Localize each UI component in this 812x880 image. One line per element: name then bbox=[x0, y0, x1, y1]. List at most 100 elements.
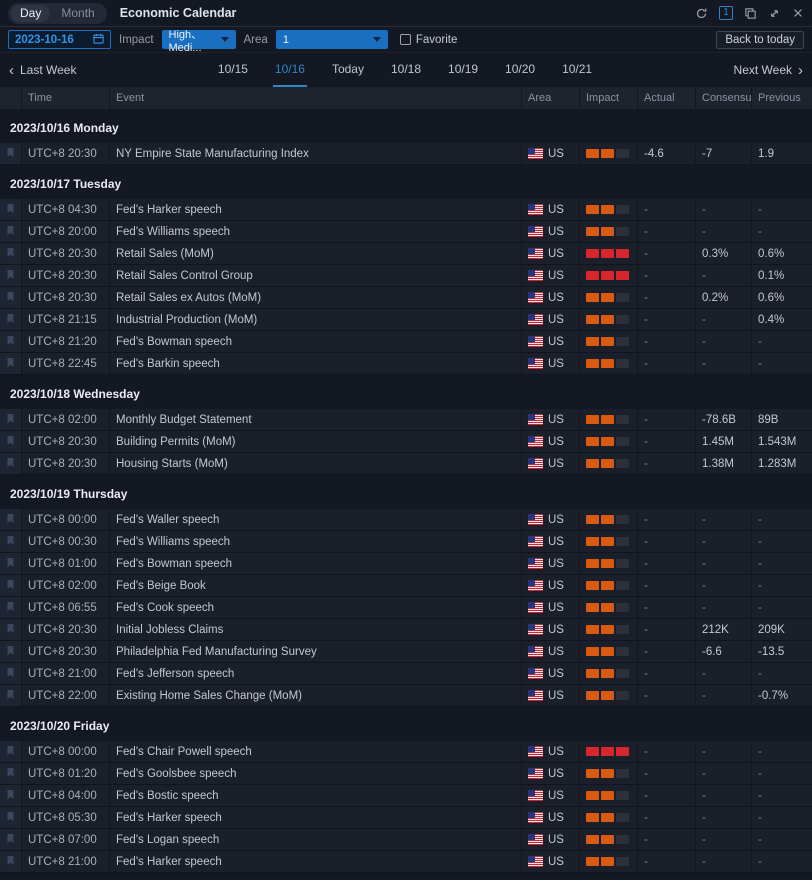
bookmark-icon[interactable] bbox=[6, 767, 15, 781]
event-row: UTC+8 01:20Fed's Goolsbee speechUS--- bbox=[0, 763, 812, 785]
event-impact bbox=[580, 663, 638, 684]
view-toggle-month[interactable]: Month bbox=[52, 5, 103, 22]
bookmark-cell[interactable] bbox=[0, 851, 22, 872]
event-consensus: - bbox=[696, 265, 752, 286]
bookmark-icon[interactable] bbox=[6, 147, 15, 161]
bookmark-cell[interactable] bbox=[0, 575, 22, 596]
bookmark-cell[interactable] bbox=[0, 409, 22, 430]
impact-cell bbox=[586, 337, 599, 346]
column-header-impact: Impact bbox=[580, 87, 638, 109]
bookmark-icon[interactable] bbox=[6, 247, 15, 261]
bookmark-icon[interactable] bbox=[6, 225, 15, 239]
bookmark-icon[interactable] bbox=[6, 357, 15, 371]
us-flag-icon bbox=[528, 768, 543, 779]
bookmark-cell[interactable] bbox=[0, 353, 22, 374]
bookmark-cell[interactable] bbox=[0, 265, 22, 286]
bookmark-icon[interactable] bbox=[6, 579, 15, 593]
bookmark-icon[interactable] bbox=[6, 789, 15, 803]
event-previous: 0.6% bbox=[752, 287, 812, 308]
week-tab-10-21[interactable]: 10/21 bbox=[560, 53, 594, 87]
bookmark-cell[interactable] bbox=[0, 287, 22, 308]
event-area: US bbox=[522, 575, 580, 596]
bookmark-icon[interactable] bbox=[6, 313, 15, 327]
bookmark-icon[interactable] bbox=[6, 413, 15, 427]
bookmark-icon[interactable] bbox=[6, 645, 15, 659]
event-actual: - bbox=[638, 331, 696, 352]
bookmark-icon[interactable] bbox=[6, 291, 15, 305]
bookmark-icon[interactable] bbox=[6, 811, 15, 825]
bookmark-cell[interactable] bbox=[0, 619, 22, 640]
event-previous: - bbox=[752, 663, 812, 684]
event-previous: 1.9 bbox=[752, 143, 812, 164]
bookmark-icon[interactable] bbox=[6, 513, 15, 527]
area-code: US bbox=[548, 624, 564, 636]
bookmark-icon[interactable] bbox=[6, 535, 15, 549]
day-section: 2023/10/18 WednesdayUTC+8 02:00Monthly B… bbox=[0, 379, 812, 475]
area-select[interactable]: 1 bbox=[276, 30, 388, 49]
impact-cell bbox=[616, 791, 629, 800]
bookmark-cell[interactable] bbox=[0, 243, 22, 264]
bookmark-icon[interactable] bbox=[6, 667, 15, 681]
impact-cell bbox=[601, 515, 614, 524]
expand-icon[interactable] bbox=[768, 7, 781, 20]
bookmark-cell[interactable] bbox=[0, 641, 22, 662]
bookmark-icon[interactable] bbox=[6, 457, 15, 471]
bookmark-cell[interactable] bbox=[0, 331, 22, 352]
bookmark-icon[interactable] bbox=[6, 557, 15, 571]
bookmark-cell[interactable] bbox=[0, 221, 22, 242]
bookmark-icon[interactable] bbox=[6, 855, 15, 869]
bookmark-cell[interactable] bbox=[0, 763, 22, 784]
close-icon[interactable] bbox=[792, 7, 804, 19]
week-tab-10-20[interactable]: 10/20 bbox=[503, 53, 537, 87]
bookmark-icon[interactable] bbox=[6, 745, 15, 759]
week-date-tabs: 10/15 10/16 Today 10/18 10/19 10/20 10/21 bbox=[76, 53, 733, 87]
bookmark-cell[interactable] bbox=[0, 741, 22, 762]
us-flag-icon bbox=[528, 812, 543, 823]
next-week-button[interactable]: Next Week › bbox=[734, 53, 803, 87]
bookmark-cell[interactable] bbox=[0, 829, 22, 850]
event-actual: - bbox=[638, 531, 696, 552]
bookmark-cell[interactable] bbox=[0, 431, 22, 452]
bookmark-icon[interactable] bbox=[6, 335, 15, 349]
event-consensus: - bbox=[696, 663, 752, 684]
bookmark-cell[interactable] bbox=[0, 685, 22, 706]
bookmark-cell[interactable] bbox=[0, 509, 22, 530]
impact-select[interactable]: High、Medi... bbox=[162, 30, 236, 49]
last-week-button[interactable]: ‹ Last Week bbox=[9, 53, 76, 87]
bookmark-icon[interactable] bbox=[6, 601, 15, 615]
bookmark-icon[interactable] bbox=[6, 435, 15, 449]
impact-cell bbox=[616, 813, 629, 822]
window-count-badge[interactable]: 1 bbox=[719, 6, 733, 20]
view-toggle-day[interactable]: Day bbox=[11, 5, 50, 22]
impact-indicator-medium bbox=[586, 813, 629, 822]
event-actual: - bbox=[638, 763, 696, 784]
bookmark-cell[interactable] bbox=[0, 553, 22, 574]
bookmark-cell[interactable] bbox=[0, 453, 22, 474]
refresh-icon[interactable] bbox=[695, 7, 708, 20]
favorite-checkbox[interactable] bbox=[400, 34, 411, 45]
week-tab-10-19[interactable]: 10/19 bbox=[446, 53, 480, 87]
bookmark-icon[interactable] bbox=[6, 269, 15, 283]
back-to-today-button[interactable]: Back to today bbox=[716, 31, 804, 49]
bookmark-icon[interactable] bbox=[6, 203, 15, 217]
bookmark-icon[interactable] bbox=[6, 833, 15, 847]
date-picker-input[interactable]: 2023-10-16 bbox=[8, 30, 111, 49]
duplicate-icon[interactable] bbox=[744, 7, 757, 20]
bookmark-cell[interactable] bbox=[0, 199, 22, 220]
us-flag-icon bbox=[528, 580, 543, 591]
bookmark-cell[interactable] bbox=[0, 143, 22, 164]
bookmark-icon[interactable] bbox=[6, 689, 15, 703]
impact-cell bbox=[601, 293, 614, 302]
week-tab-10-18[interactable]: 10/18 bbox=[389, 53, 423, 87]
week-tab-10-16[interactable]: 10/16 bbox=[273, 53, 307, 87]
bookmark-cell[interactable] bbox=[0, 597, 22, 618]
bookmark-cell[interactable] bbox=[0, 531, 22, 552]
bookmark-cell[interactable] bbox=[0, 807, 22, 828]
favorite-checkbox-wrap[interactable]: Favorite bbox=[400, 34, 458, 46]
bookmark-cell[interactable] bbox=[0, 663, 22, 684]
bookmark-icon[interactable] bbox=[6, 623, 15, 637]
bookmark-cell[interactable] bbox=[0, 309, 22, 330]
week-tab-10-15[interactable]: 10/15 bbox=[216, 53, 250, 87]
bookmark-cell[interactable] bbox=[0, 785, 22, 806]
week-tab-Today[interactable]: Today bbox=[330, 53, 366, 87]
